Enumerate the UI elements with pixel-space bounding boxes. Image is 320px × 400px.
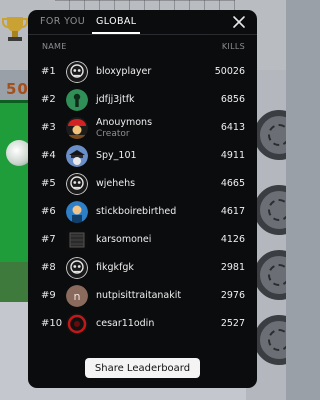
kills-count: 6413 (220, 122, 245, 133)
creator-tag: Creator (96, 129, 130, 139)
spy-character-icon (66, 145, 88, 167)
close-icon[interactable] (231, 14, 247, 30)
leaderboard-row[interactable]: #2 jdfjj3jtfk 6856 (28, 86, 257, 114)
kills-count: 4911 (220, 150, 245, 161)
leaderboard-tabs: FOR YOU GLOBAL (28, 10, 257, 38)
username: karsomonei (96, 234, 152, 245)
kills-count: 4617 (220, 206, 245, 217)
tab-global[interactable]: GLOBAL (96, 16, 137, 27)
username: jdfjj3jtfk (96, 94, 135, 105)
letter-n-icon: n (66, 285, 88, 307)
kills-count: 2527 (220, 318, 245, 329)
kills-count: 4126 (220, 234, 245, 245)
background-score: 50 (6, 80, 29, 98)
username: stickboirebirthed (96, 206, 177, 217)
rank: #5 (41, 178, 56, 189)
leaderboard-panel: FOR YOU GLOBAL NAME KILLS #1 bloxyplayer… (28, 10, 257, 388)
leaderboard-row[interactable]: #7 karsomonei 4126 (28, 226, 257, 254)
username: bloxyplayer (96, 66, 152, 77)
column-header-kills: KILLS (221, 42, 245, 51)
red-ring-icon (66, 313, 88, 335)
leaderboard-row[interactable]: #6 stickboirebirthed 4617 (28, 198, 257, 226)
avatar-letter: n (74, 290, 81, 303)
leaderboard-row[interactable]: #5 wjehehs 4665 (28, 170, 257, 198)
dark-block-icon (66, 229, 88, 251)
username: Spy_101 (96, 150, 137, 161)
leaderboard-row[interactable]: #10 cesar11odin 2527 (28, 310, 257, 338)
rank: #3 (41, 122, 56, 133)
rank: #1 (41, 66, 56, 77)
column-header-name: NAME (42, 42, 67, 51)
rank: #2 (41, 94, 56, 105)
skull-face-icon (66, 173, 88, 195)
kills-count: 2976 (220, 290, 245, 301)
username: wjehehs (96, 178, 136, 189)
red-character-icon (66, 117, 88, 139)
kills-count: 4665 (220, 178, 245, 189)
rank: #10 (41, 318, 63, 329)
leaderboard-row[interactable]: #4 Spy_101 4911 (28, 142, 257, 170)
skull-face-icon (66, 61, 88, 83)
trophy-icon (2, 17, 28, 41)
kills-count: 2981 (220, 262, 245, 273)
leaderboard-row[interactable]: #1 bloxyplayer 50026 (28, 58, 257, 86)
username: nutpisittraitanakit (96, 290, 182, 301)
username: Anouymons (96, 117, 153, 128)
leaderboard-row[interactable]: #9 n nutpisittraitanakit 2976 (28, 282, 257, 310)
tabs-divider (28, 34, 257, 35)
rank: #9 (41, 290, 56, 301)
share-leaderboard-button[interactable]: Share Leaderboard (85, 358, 200, 378)
rank: #7 (41, 234, 56, 245)
leaderboard-row[interactable]: #3 Anouymons Creator 6413 (28, 114, 257, 142)
leaderboard-row[interactable]: #8 fikgkfgk 2981 (28, 254, 257, 282)
username: cesar11odin (96, 318, 155, 329)
skull-face-icon (66, 257, 88, 279)
rank: #6 (41, 206, 56, 217)
blue-character-icon (66, 201, 88, 223)
tab-for-you[interactable]: FOR YOU (40, 16, 85, 27)
green-character-icon (66, 89, 88, 111)
username: fikgkfgk (96, 262, 134, 273)
kills-count: 50026 (214, 66, 245, 77)
kills-count: 6856 (220, 94, 245, 105)
rank: #4 (41, 150, 56, 161)
rank: #8 (41, 262, 56, 273)
